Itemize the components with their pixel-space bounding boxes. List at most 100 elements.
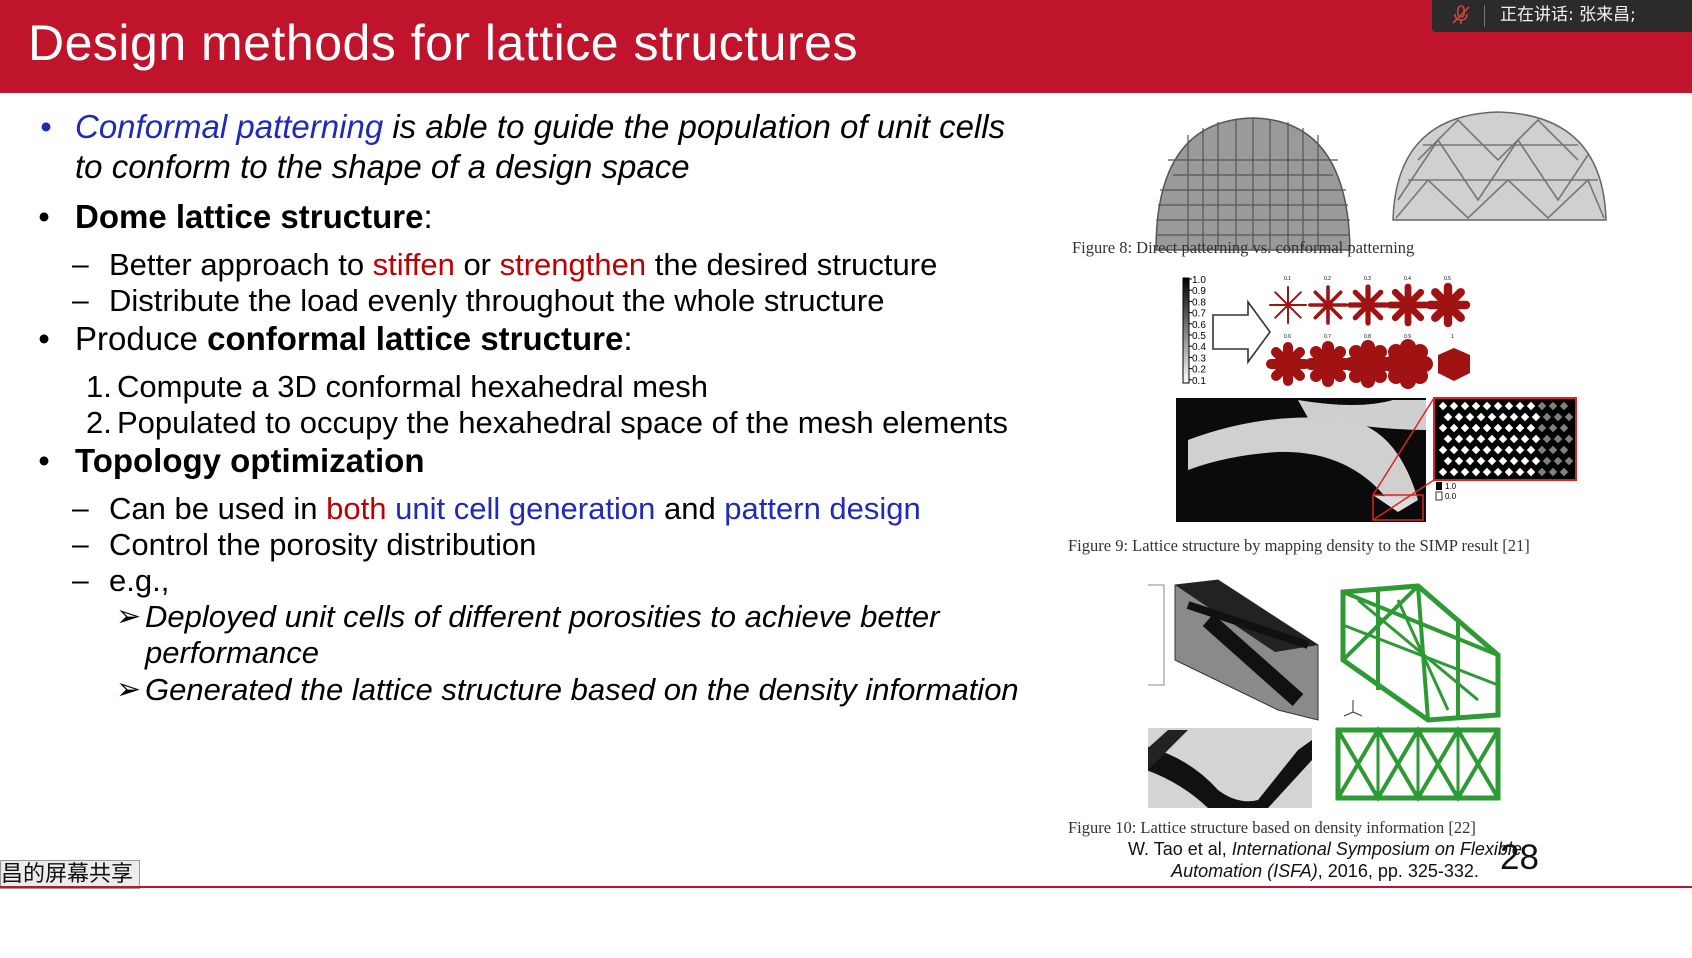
- density-mesh-2d-image: [1148, 728, 1312, 808]
- unit-cell-image: [1344, 340, 1392, 388]
- bullet-marker: •: [38, 320, 50, 357]
- cell-density-label: 0.9: [1404, 334, 1411, 340]
- highlight-strengthen: strengthen: [499, 247, 647, 282]
- slide-title: Design methods for lattice structures: [28, 15, 858, 71]
- bottom-rule: [0, 886, 1692, 888]
- citation-authors: W. Tao et al,: [1128, 839, 1232, 859]
- text: and: [655, 491, 725, 526]
- unit-cell-image: [1269, 286, 1307, 324]
- scale-value: 0.0: [1445, 492, 1457, 501]
- density-mesh-3d-image: [1174, 579, 1319, 721]
- sub-bullet-eg: e.g.,: [109, 563, 170, 598]
- dash-marker: –: [72, 528, 89, 561]
- unit-cell-image: [1308, 285, 1348, 325]
- numbered-item-compute-mesh: Compute a 3D conformal hexahedral mesh: [117, 369, 709, 404]
- green-lattice-3d-image: [1340, 583, 1501, 723]
- bullet-topology-optimization: Topology optimization: [75, 442, 425, 479]
- axis-triad-icon: [1343, 700, 1363, 717]
- sub-bullet-stiffen: Better approach to stiffen or strengthen…: [109, 245, 937, 285]
- bullet-marker: •: [40, 108, 52, 145]
- cell-density-label: 0.6: [1284, 334, 1291, 340]
- list-number: 1.: [86, 369, 112, 404]
- dash-marker: –: [72, 492, 89, 525]
- sub-bullet-porosity: Control the porosity distribution: [109, 527, 537, 562]
- density-scale-bar: [1182, 277, 1190, 384]
- unit-cells-row: 0.1 0.2 0.3 0.4 0.5 0.6 0.7 0.8 0.9 1: [1266, 276, 1471, 389]
- example-deployed-unit-cells: Deployed unit cells of different porosit…: [145, 599, 940, 634]
- bullet-conformal-patterning: Conformal patterning is able to guide th…: [75, 107, 1005, 147]
- muted-mic-icon: [1452, 5, 1470, 24]
- bullet-text-continued: to conform to the shape of a design spac…: [75, 148, 690, 185]
- example-deployed-continued: performance: [145, 635, 320, 670]
- term-conformal-lattice: conformal lattice structure: [207, 320, 624, 357]
- citation-line2: Automation (ISFA), 2016, pp. 325-332.: [1090, 860, 1560, 882]
- lattice-zoom-image: [1433, 397, 1577, 481]
- arrow-bullet-icon: ➢: [116, 600, 142, 633]
- citation-line1: W. Tao et al, International Symposium on…: [1090, 838, 1560, 860]
- colon: :: [623, 320, 633, 357]
- unit-cell-image: [1386, 283, 1430, 327]
- simp-density-image: [1176, 398, 1426, 522]
- cell-density-label: 0.4: [1404, 276, 1411, 282]
- scale-tick-label: 0.8: [1192, 297, 1206, 308]
- active-speaker-indicator: 正在讲话: 张来昌;: [1432, 0, 1692, 32]
- figures-panel: 1.00.90.80.70.60.50.40.30.20.1 0.1 0.2 0.3…: [1148, 111, 1607, 808]
- example-generated-lattice: Generated the lattice structure based on…: [145, 672, 1019, 707]
- divider: [1484, 5, 1485, 27]
- figure10-caption: Figure 10: Lattice structure based on de…: [1068, 818, 1476, 837]
- cell-density-label: 0.3: [1364, 276, 1371, 282]
- scale-tick-label: 0.3: [1192, 353, 1206, 364]
- density-legend-image: MAT_PROP_NORMALIZED(Avg: 75%)+1.000e+00+…: [1148, 584, 1165, 686]
- scale-tick-label: 0.6: [1192, 320, 1206, 331]
- term-dome-lattice: Dome lattice structure: [75, 198, 424, 235]
- unit-cell-image: [1383, 339, 1433, 389]
- cell-density-label: 0.7: [1324, 334, 1331, 340]
- unit-cell-image: [1305, 341, 1351, 387]
- bullet-dome-lattice: Dome lattice structure:: [75, 197, 433, 237]
- scale-tick-label: 0.2: [1192, 365, 1206, 376]
- unit-cell-image: [1347, 284, 1389, 326]
- scale-tick-label: 0.5: [1192, 331, 1206, 342]
- bullet-marker: •: [38, 442, 50, 479]
- unit-cell-image: [1438, 348, 1470, 381]
- scale-tick-label: 1.0: [1192, 275, 1206, 286]
- scale-labels: 1.00.90.80.70.60.50.40.30.20.1: [1189, 275, 1206, 387]
- dash-marker: –: [72, 284, 89, 317]
- sub-bullet-can-be-used: Can be used in both unit cell generation…: [109, 489, 921, 529]
- citation-venue: Automation (ISFA): [1171, 861, 1318, 881]
- highlight-stiffen: stiffen: [372, 247, 455, 282]
- arrow-right-icon: [1212, 299, 1271, 365]
- conformal-patterning-dome-image: [1392, 111, 1607, 221]
- scale-tick-label: 0.9: [1192, 286, 1206, 297]
- text: Can be used in: [109, 491, 327, 526]
- bullet-produce-conformal: Produce conformal lattice structure:: [75, 319, 633, 359]
- text: or: [454, 247, 500, 282]
- green-lattice-2d-image: [1335, 726, 1501, 802]
- scale-tick-label: 0.4: [1192, 342, 1206, 353]
- small-scale-bar: 1.0 0.0: [1435, 482, 1457, 501]
- cell-density-label: 0.5: [1444, 276, 1451, 282]
- direct-patterning-dome-image: [1155, 117, 1351, 251]
- list-number: 2.: [86, 405, 112, 440]
- dash-marker: –: [72, 564, 89, 597]
- sub-bullet-distribute: Distribute the load evenly throughout th…: [109, 283, 885, 318]
- unit-cell-image: [1425, 282, 1471, 328]
- arrow-bullet-icon: ➢: [116, 673, 142, 706]
- bullet-marker: •: [38, 198, 50, 235]
- page-number: 28: [1500, 838, 1539, 877]
- figure8-caption: Figure 8: Direct patterning vs. conforma…: [1072, 238, 1415, 257]
- dash-marker: –: [72, 248, 89, 281]
- text: Better approach to: [109, 247, 373, 282]
- cell-density-label: 0.2: [1324, 276, 1331, 282]
- unit-cell-image: [1266, 342, 1310, 386]
- cell-density-label: 1: [1451, 334, 1454, 340]
- colon: :: [423, 198, 433, 235]
- term-conformal-patterning: Conformal patterning: [75, 108, 384, 145]
- citation-venue: International Symposium on Flexible: [1231, 839, 1522, 859]
- slide-body: • Conformal patterning is able to guide …: [0, 93, 1120, 933]
- highlight-pattern-design: pattern design: [724, 491, 921, 526]
- numbered-item-populated: Populated to occupy the hexahedral space…: [117, 405, 1008, 440]
- scale-value: 1.0: [1445, 482, 1457, 491]
- highlight-both: both: [326, 491, 387, 526]
- highlight-unit-cell-generation: unit cell generation: [386, 491, 656, 526]
